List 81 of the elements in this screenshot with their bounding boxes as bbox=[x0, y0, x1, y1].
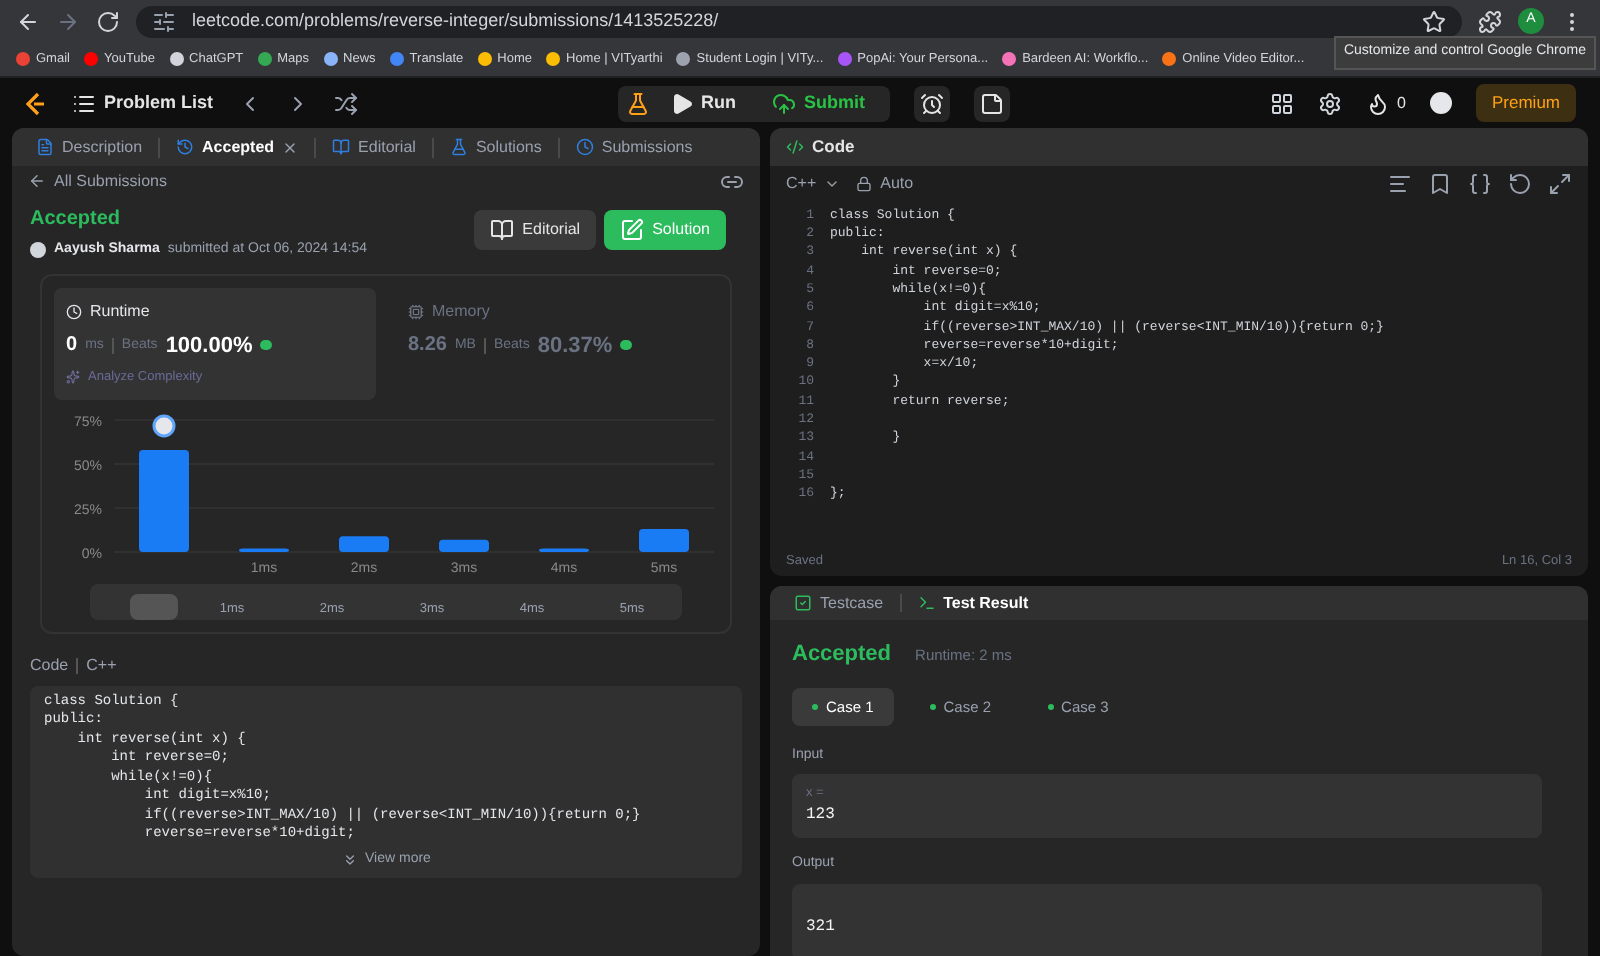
tab-icon bbox=[917, 594, 936, 612]
input-value: 123 bbox=[806, 804, 837, 828]
stat-icon bbox=[408, 303, 424, 319]
panel-tab[interactable]: Submissions bbox=[567, 135, 701, 159]
run-button[interactable]: Run bbox=[653, 89, 753, 117]
bookmark-star-icon bbox=[1422, 9, 1446, 33]
tab-icon bbox=[176, 138, 195, 156]
address-bar[interactable]: leetcode.com/problems/reverse-integer/submissions/1413525228/ bbox=[136, 5, 1462, 37]
close-icon[interactable] bbox=[282, 139, 299, 155]
tab-icon bbox=[794, 594, 812, 612]
badge-icon bbox=[620, 340, 633, 351]
auto-mode[interactable]: Auto bbox=[856, 171, 914, 195]
sparkle-icon bbox=[66, 370, 80, 385]
settings-icon bbox=[1317, 91, 1342, 115]
edit-icon bbox=[620, 218, 645, 242]
stat-title: Memory bbox=[408, 299, 706, 323]
author-avatar bbox=[30, 242, 46, 259]
flame-icon bbox=[1365, 91, 1390, 115]
brush-handle[interactable] bbox=[130, 593, 178, 620]
premium-button[interactable]: Premium bbox=[1476, 84, 1577, 122]
panel-tab[interactable]: Testcase bbox=[786, 591, 892, 615]
submit-button[interactable]: Submit bbox=[756, 89, 882, 117]
streak-counter[interactable]: 0 bbox=[1365, 91, 1406, 115]
alarm-clock-icon bbox=[919, 91, 944, 115]
tab-icon bbox=[449, 138, 468, 156]
shuffle-icon bbox=[333, 91, 358, 115]
braces-icon bbox=[1468, 171, 1492, 195]
panel-tab[interactable]: Editorial bbox=[324, 135, 424, 159]
panel-tab[interactable]: Accepted bbox=[168, 135, 307, 159]
stat-title: Runtime bbox=[66, 299, 364, 323]
bookmark-icon bbox=[1428, 171, 1452, 195]
code-label: Code bbox=[30, 653, 69, 678]
url-text: leetcode.com/problems/reverse-integer/submissions/1413525228/ bbox=[192, 7, 719, 34]
book-icon bbox=[490, 218, 515, 242]
result-status: Accepted bbox=[792, 640, 892, 670]
tab-icon bbox=[36, 138, 54, 156]
upload-icon bbox=[772, 91, 797, 115]
back-arrow-icon bbox=[28, 172, 46, 190]
status-text: Accepted bbox=[30, 206, 123, 234]
note-icon bbox=[979, 91, 1004, 115]
bar bbox=[439, 539, 489, 552]
notes-button[interactable] bbox=[973, 85, 1010, 121]
panel-tab[interactable]: Solutions bbox=[441, 135, 550, 159]
tab-icon bbox=[575, 138, 594, 156]
beats-percent: 80.37% bbox=[537, 331, 613, 361]
editorial-button[interactable]: Editorial bbox=[474, 210, 597, 250]
problem-list-button[interactable]: Problem List bbox=[72, 89, 214, 117]
output-value: 321 bbox=[806, 917, 835, 935]
badge-icon bbox=[260, 340, 273, 351]
bar bbox=[639, 528, 689, 552]
panel-title: Code bbox=[812, 134, 855, 160]
bar bbox=[139, 449, 189, 552]
stat-value: 8.26 bbox=[408, 332, 447, 361]
language-label: C++ bbox=[86, 653, 117, 678]
beats-percent: 100.00% bbox=[165, 331, 253, 361]
logo-icon bbox=[24, 91, 48, 115]
lock-icon bbox=[856, 175, 873, 191]
reset-icon bbox=[1508, 171, 1532, 195]
code-icon bbox=[786, 138, 804, 156]
stat-icon bbox=[66, 303, 82, 319]
user-marker-icon bbox=[152, 413, 176, 437]
language-dropdown[interactable]: C++ bbox=[786, 171, 841, 195]
panel-tab[interactable]: Description bbox=[28, 135, 151, 159]
play-icon bbox=[669, 91, 694, 115]
reload-icon bbox=[96, 9, 120, 33]
expand-icon bbox=[1548, 171, 1572, 195]
format-icon bbox=[1388, 171, 1412, 195]
all-submissions-link[interactable]: All Submissions bbox=[54, 169, 167, 193]
timer-button[interactable] bbox=[913, 85, 950, 121]
user-avatar[interactable] bbox=[1430, 92, 1452, 114]
tab-icon bbox=[332, 138, 351, 156]
extensions-icon bbox=[1478, 9, 1502, 33]
panel-tab[interactable]: Test Result bbox=[909, 591, 1037, 615]
bar bbox=[339, 535, 389, 552]
forward-icon bbox=[56, 9, 80, 33]
debug-icon bbox=[625, 91, 650, 115]
chevrons-down-icon bbox=[341, 852, 358, 868]
stat-value: 0 bbox=[66, 332, 78, 361]
layout-icon bbox=[1269, 91, 1294, 115]
back-icon bbox=[16, 9, 40, 33]
site-info-icon bbox=[152, 9, 176, 33]
